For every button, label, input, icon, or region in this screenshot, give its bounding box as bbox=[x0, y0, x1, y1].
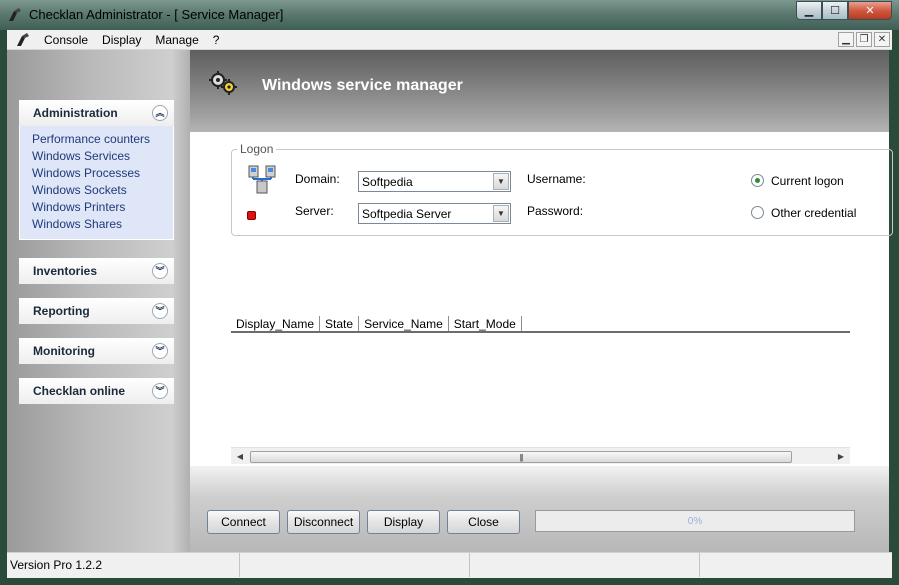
server-select[interactable]: Softpedia Server ▼ bbox=[358, 203, 511, 224]
sidebar-item-windows-shares[interactable]: Windows Shares bbox=[32, 216, 173, 233]
connect-button[interactable]: Connect bbox=[207, 510, 280, 534]
sidebar-item-windows-services[interactable]: Windows Services bbox=[32, 148, 173, 165]
sidebar-header-reporting[interactable]: Reporting ︾ bbox=[19, 298, 174, 324]
sidebar-item-windows-processes[interactable]: Windows Processes bbox=[32, 165, 173, 182]
status-cell-4 bbox=[700, 553, 892, 577]
horizontal-scrollbar[interactable]: ◀ ||| ▶ bbox=[231, 447, 850, 464]
sidebar-header-label: Monitoring bbox=[33, 344, 95, 358]
sidebar-header-monitoring[interactable]: Monitoring ︾ bbox=[19, 338, 174, 364]
status-version: Version Pro 1.2.2 bbox=[7, 553, 240, 577]
logon-group bbox=[231, 149, 893, 236]
progress-bar: 0% bbox=[535, 510, 855, 532]
sidebar-item-windows-sockets[interactable]: Windows Sockets bbox=[32, 182, 173, 199]
server-select-value: Softpedia Server bbox=[362, 206, 452, 221]
menu-help[interactable]: ? bbox=[206, 33, 227, 47]
menu-console[interactable]: Console bbox=[37, 33, 95, 47]
maximize-button[interactable]: ☐ bbox=[822, 1, 848, 20]
window-controls: ▁ ☐ ✕ bbox=[796, 1, 892, 20]
menu-bar: Console Display Manage ? ▁ ❐ ✕ bbox=[7, 30, 892, 50]
password-label: Password: bbox=[527, 204, 584, 218]
domain-select[interactable]: Softpedia ▼ bbox=[358, 171, 511, 192]
collapse-icon[interactable]: ︽ bbox=[152, 105, 168, 121]
mdi-minimize-button[interactable]: ▁ bbox=[838, 32, 854, 47]
progress-text: 0% bbox=[687, 515, 703, 527]
status-cell-2 bbox=[240, 553, 470, 577]
sidebar-header-label: Inventories bbox=[33, 264, 98, 278]
current-logon-radio[interactable] bbox=[751, 174, 764, 187]
column-display-name[interactable]: Display_Name bbox=[231, 316, 321, 331]
connection-status-indicator bbox=[247, 211, 256, 220]
sidebar-header-administration[interactable]: Administration ︽ bbox=[19, 100, 174, 126]
minimize-button[interactable]: ▁ bbox=[796, 1, 822, 20]
scroll-left-icon[interactable]: ◀ bbox=[233, 450, 247, 463]
sidebar-group-administration: Administration ︽ Performance counters Wi… bbox=[19, 100, 174, 240]
mdi-close-button[interactable]: ✕ bbox=[874, 32, 890, 47]
chevron-down-icon[interactable]: ▼ bbox=[493, 173, 509, 190]
close-window-button[interactable]: ✕ bbox=[848, 1, 892, 20]
menu-manage[interactable]: Manage bbox=[148, 33, 205, 47]
logon-legend: Logon bbox=[237, 142, 277, 156]
mdi-controls: ▁ ❐ ✕ bbox=[838, 32, 890, 47]
expand-icon[interactable]: ︾ bbox=[152, 263, 168, 279]
window-title: Checklan Administrator - [ Service Manag… bbox=[29, 7, 284, 22]
network-icon bbox=[248, 165, 276, 194]
current-logon-label[interactable]: Current logon bbox=[771, 174, 844, 188]
display-button[interactable]: Display bbox=[367, 510, 440, 534]
menu-display[interactable]: Display bbox=[95, 33, 148, 47]
sidebar-item-windows-printers[interactable]: Windows Printers bbox=[32, 199, 173, 216]
domain-label: Domain: bbox=[295, 172, 340, 186]
server-label: Server: bbox=[295, 204, 334, 218]
column-service-name[interactable]: Service_Name bbox=[359, 316, 449, 331]
mdi-restore-button[interactable]: ❐ bbox=[856, 32, 872, 47]
column-state[interactable]: State bbox=[320, 316, 360, 331]
domain-select-value: Softpedia bbox=[362, 174, 413, 189]
services-table-header: Display_Name State Service_Name Start_Mo… bbox=[231, 316, 850, 333]
expand-icon[interactable]: ︾ bbox=[152, 343, 168, 359]
sidebar-header-checklan-online[interactable]: Checklan online ︾ bbox=[19, 378, 174, 404]
sidebar-header-label: Reporting bbox=[33, 304, 90, 318]
status-cell-3 bbox=[470, 553, 700, 577]
sidebar-header-inventories[interactable]: Inventories ︾ bbox=[19, 258, 174, 284]
expand-icon[interactable]: ︾ bbox=[152, 383, 168, 399]
chevron-down-icon[interactable]: ▼ bbox=[493, 205, 509, 222]
sidebar-group-reporting: Reporting ︾ bbox=[19, 298, 174, 324]
sidebar: Administration ︽ Performance counters Wi… bbox=[7, 50, 190, 552]
app-icon bbox=[9, 8, 21, 21]
sidebar-item-performance-counters[interactable]: Performance counters bbox=[32, 131, 173, 148]
status-bar: Version Pro 1.2.2 bbox=[7, 552, 892, 578]
username-label: Username: bbox=[527, 172, 586, 186]
action-bar: Connect Disconnect Display Close 0% bbox=[190, 466, 889, 552]
gears-icon bbox=[209, 71, 237, 95]
sidebar-group-inventories: Inventories ︾ bbox=[19, 258, 174, 284]
title-bar[interactable]: Checklan Administrator - [ Service Manag… bbox=[0, 0, 899, 30]
sidebar-header-label: Administration bbox=[33, 106, 118, 120]
scroll-right-icon[interactable]: ▶ bbox=[834, 450, 848, 463]
disconnect-button[interactable]: Disconnect bbox=[287, 510, 360, 534]
sidebar-administration-items: Performance counters Windows Services Wi… bbox=[19, 126, 174, 240]
page-title: Windows service manager bbox=[262, 77, 463, 94]
sidebar-group-checklan-online: Checklan online ︾ bbox=[19, 378, 174, 404]
app-menu-icon[interactable] bbox=[15, 32, 31, 48]
expand-icon[interactable]: ︾ bbox=[152, 303, 168, 319]
page-banner: Windows service manager bbox=[190, 50, 889, 132]
column-start-mode[interactable]: Start_Mode bbox=[449, 316, 522, 331]
sidebar-group-monitoring: Monitoring ︾ bbox=[19, 338, 174, 364]
close-button[interactable]: Close bbox=[447, 510, 520, 534]
other-credential-radio[interactable] bbox=[751, 206, 764, 219]
other-credential-label[interactable]: Other credential bbox=[771, 206, 856, 220]
sidebar-header-label: Checklan online bbox=[33, 384, 126, 398]
main-panel: Windows service manager Logon Domain: So… bbox=[190, 50, 893, 552]
scrollbar-thumb[interactable]: ||| bbox=[250, 451, 792, 463]
